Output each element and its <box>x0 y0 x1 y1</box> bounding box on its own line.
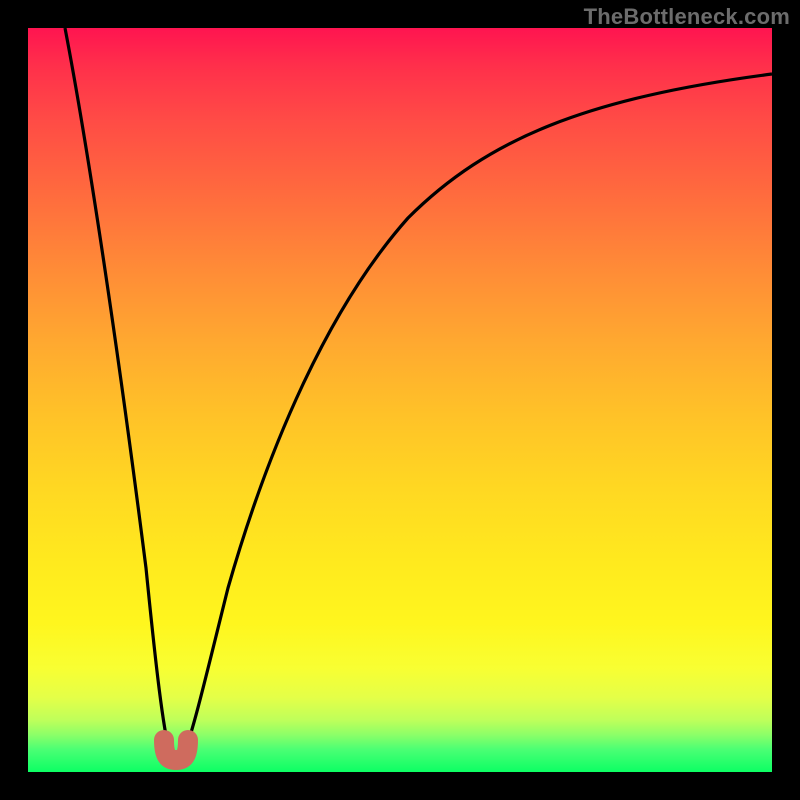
outer-frame: TheBottleneck.com <box>0 0 800 800</box>
watermark-text: TheBottleneck.com <box>584 4 790 30</box>
optimum-marker <box>164 740 188 760</box>
bottleneck-curve <box>28 28 772 772</box>
gradient-plot-area <box>28 28 772 772</box>
curve-path <box>65 28 772 760</box>
